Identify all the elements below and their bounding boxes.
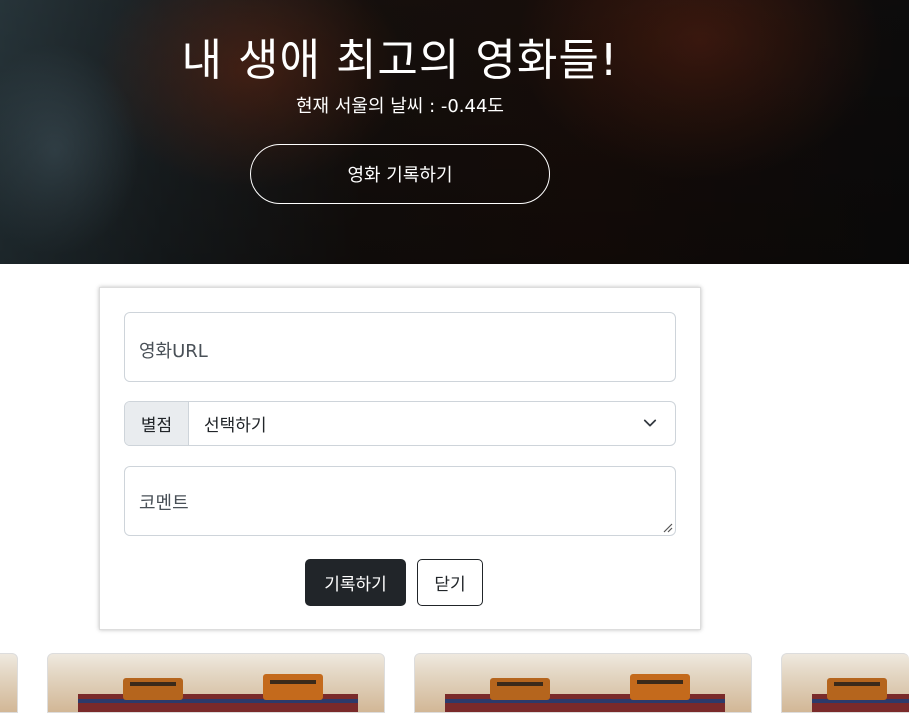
page-title: 내 생애 최고의 영화들!: [181, 35, 619, 86]
movie-poster-image: [78, 674, 358, 712]
movie-card[interactable]: [414, 653, 752, 713]
movie-poster-image: [812, 678, 909, 712]
star-select-value: 선택하기: [204, 416, 267, 436]
hero-banner: 내 생애 최고의 영화들! 현재 서울의 날씨 : -0.44도 영화 기록하기: [0, 0, 909, 264]
resize-handle-icon[interactable]: [661, 521, 673, 533]
chevron-down-icon: [643, 419, 657, 427]
star-select[interactable]: 선택하기: [189, 402, 675, 445]
movie-url-input[interactable]: 영화URL: [124, 312, 676, 382]
movie-card[interactable]: [47, 653, 385, 713]
movie-poster-image: [445, 674, 725, 712]
movie-card[interactable]: [0, 653, 18, 713]
weather-text: 현재 서울의 날씨 : -0.44도: [295, 96, 504, 117]
close-button[interactable]: 닫기: [417, 559, 483, 606]
movie-card[interactable]: [781, 653, 909, 713]
comment-textarea[interactable]: 코멘트: [124, 466, 676, 536]
record-movie-button[interactable]: 영화 기록하기: [250, 144, 550, 204]
post-form-card: 영화URL 별점 선택하기 코멘트 기록하기 닫기: [99, 287, 701, 630]
star-label: 별점: [125, 402, 189, 445]
star-rating-group: 별점 선택하기: [124, 401, 676, 446]
comment-placeholder: 코멘트: [139, 493, 189, 514]
save-button[interactable]: 기록하기: [305, 559, 406, 606]
